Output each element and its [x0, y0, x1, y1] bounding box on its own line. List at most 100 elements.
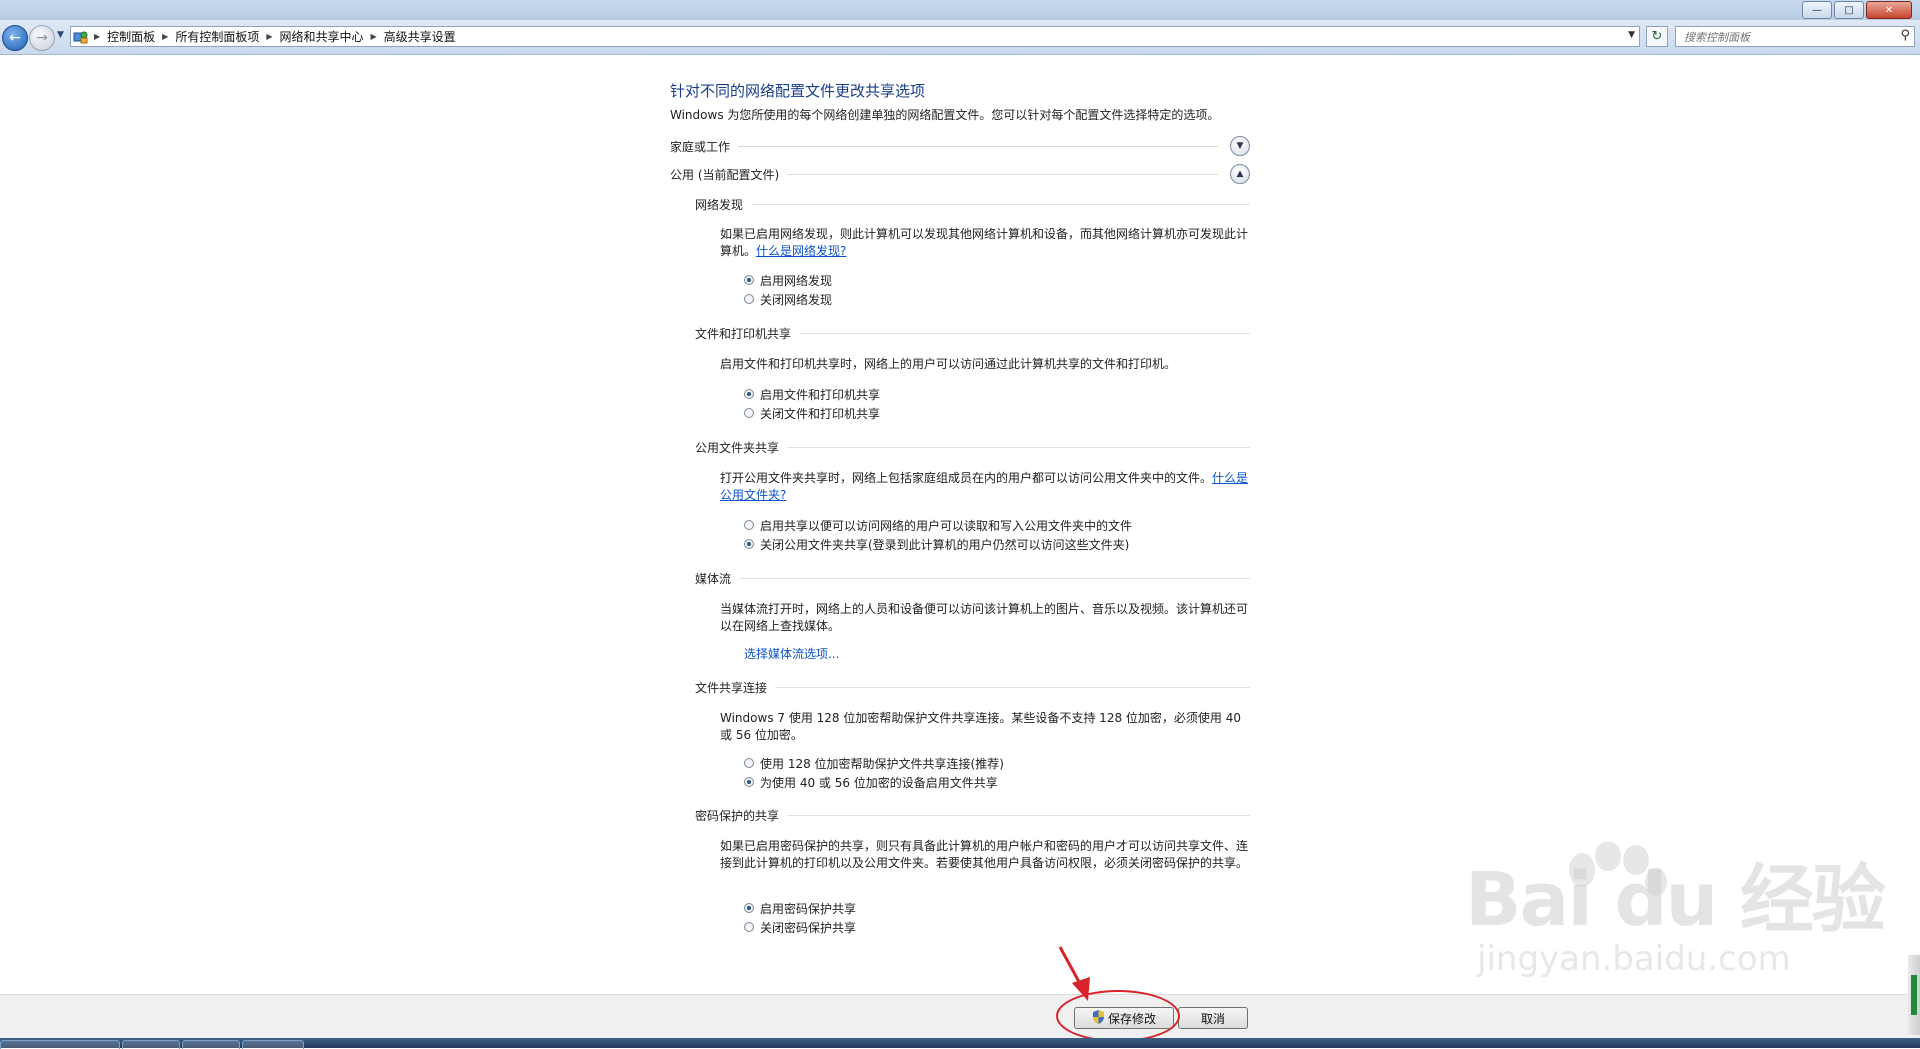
page-intro: Windows 为您所使用的每个网络创建单独的网络配置文件。您可以针对每个配置文… — [670, 108, 1220, 122]
radio-button[interactable] — [744, 408, 754, 418]
save-button-label: 保存修改 — [1107, 1011, 1156, 1026]
radio-label: 启用密码保护共享 — [760, 901, 857, 916]
chevron-right-icon[interactable]: ▶ — [263, 32, 275, 41]
minimize-button[interactable]: — — [1802, 1, 1832, 19]
radio-enable-public-folder[interactable]: 启用共享以便可以访问网络的用户可以读取和写入公用文件夹中的文件 — [744, 516, 1132, 534]
recent-pages-dropdown[interactable]: ▼ — [57, 30, 64, 40]
forward-button[interactable]: → — [29, 25, 55, 51]
radio-enable-printer-sharing[interactable]: 启用文件和打印机共享 — [744, 385, 880, 403]
radio-disable-public-folder[interactable]: 关闭公用文件夹共享(登录到此计算机的用户仍然可以访问这些文件夹) — [744, 535, 1129, 553]
profile-home-label: 家庭或工作 — [670, 139, 731, 154]
divider — [739, 577, 1250, 579]
search-input[interactable] — [1682, 27, 1886, 47]
radio-label: 关闭公用文件夹共享(登录到此计算机的用户仍然可以访问这些文件夹) — [760, 537, 1130, 552]
watermark-logo: Bai du 经验 — [1465, 857, 1886, 943]
radio-label: 启用网络发现 — [760, 273, 833, 288]
search-box[interactable]: ⚲ — [1675, 26, 1915, 47]
profile-public[interactable]: 公用 (当前配置文件) ▲ — [670, 163, 1250, 185]
radio-label: 关闭密码保护共享 — [760, 920, 857, 935]
section-title: 公用文件夹共享 — [695, 440, 780, 455]
radio-label: 为使用 40 或 56 位加密的设备启用文件共享 — [760, 775, 998, 790]
address-dropdown-icon[interactable]: ▼ — [1628, 30, 1635, 40]
control-panel-icon — [71, 29, 91, 45]
radio-enable-discovery[interactable]: 启用网络发现 — [744, 271, 832, 289]
divider — [787, 814, 1250, 816]
section-password-protected-sharing: 密码保护的共享 — [695, 806, 1250, 824]
refresh-button[interactable]: ↻ — [1646, 26, 1668, 47]
what-is-discovery-link[interactable]: 什么是网络发现? — [756, 244, 846, 258]
address-bar[interactable]: ▶ 控制面板 ▶ 所有控制面板项 ▶ 网络和共享中心 ▶ 高级共享设置 ▼ — [70, 26, 1640, 47]
radio-button[interactable] — [744, 539, 754, 549]
radio-button[interactable] — [744, 922, 754, 932]
radio-button[interactable] — [744, 758, 754, 768]
taskbar — [0, 1038, 1920, 1049]
radio-button[interactable] — [744, 777, 754, 787]
section-title: 密码保护的共享 — [695, 808, 780, 823]
radio-button[interactable] — [744, 520, 754, 530]
watermark-url: jingyan.baidu.com — [1477, 939, 1791, 979]
radio-button[interactable] — [744, 275, 754, 285]
divider — [799, 332, 1250, 334]
public-folder-desc-text: 打开公用文件夹共享时，网络上包括家庭组成员在内的用户都可以访问公用文件夹中的文件… — [720, 471, 1213, 485]
refresh-icon: ↻ — [1651, 29, 1663, 44]
section-file-sharing-connections: 文件共享连接 — [695, 678, 1250, 696]
section-media-streaming: 媒体流 — [695, 569, 1250, 587]
section-description: 当媒体流打开时，网络上的人员和设备便可以访问该计算机上的图片、音乐以及视频。该计… — [720, 602, 1249, 633]
breadcrumb-network-center[interactable]: 网络和共享中心 — [276, 28, 368, 45]
chevron-right-icon[interactable]: ▶ — [159, 32, 171, 41]
divider — [738, 145, 1218, 147]
chevron-right-icon[interactable]: ▶ — [91, 32, 103, 41]
divider — [787, 446, 1250, 448]
radio-disable-password-sharing[interactable]: 关闭密码保护共享 — [744, 918, 856, 936]
cancel-button[interactable]: 取消 — [1178, 1007, 1248, 1029]
radio-enable-password-sharing[interactable]: 启用密码保护共享 — [744, 899, 856, 917]
arrow-right-icon: → — [36, 30, 48, 46]
radio-disable-discovery[interactable]: 关闭网络发现 — [744, 290, 832, 308]
radio-label: 关闭文件和打印机共享 — [760, 406, 881, 421]
divider — [751, 203, 1250, 205]
breadcrumb-all-items[interactable]: 所有控制面板项 — [171, 28, 263, 45]
scroll-grip[interactable] — [1911, 975, 1917, 1015]
chevron-right-icon[interactable]: ▶ — [368, 32, 380, 41]
collapse-chevron-up-icon[interactable]: ▲ — [1230, 164, 1250, 184]
profile-public-label: 公用 (当前配置文件) — [670, 167, 780, 182]
breadcrumb-control-panel[interactable]: 控制面板 — [103, 28, 159, 45]
arrow-left-icon: ← — [9, 30, 21, 46]
search-icon[interactable]: ⚲ — [1900, 28, 1910, 43]
radio-128bit-encryption[interactable]: 使用 128 位加密帮助保护文件共享连接(推荐) — [744, 754, 1004, 772]
uac-shield-icon — [1092, 1009, 1105, 1027]
baidu-paw-icon — [1560, 841, 1670, 940]
section-title: 文件共享连接 — [695, 680, 768, 695]
radio-label: 使用 128 位加密帮助保护文件共享连接(推荐) — [760, 756, 1004, 771]
maximize-button[interactable]: □ — [1834, 1, 1864, 19]
close-button[interactable]: ✕ — [1866, 1, 1912, 19]
media-streaming-options-link[interactable]: 选择媒体流选项... — [744, 645, 839, 662]
navigation-bar: ← → ▼ ▶ 控制面板 ▶ 所有控制面板项 ▶ 网络和共享中心 ▶ 高级共享设… — [0, 20, 1920, 55]
section-network-discovery: 网络发现 — [695, 195, 1250, 213]
divider — [787, 173, 1218, 175]
baidu-jingyan-watermark: Bai du 经验 jingyan.baidu.com — [1465, 840, 1886, 979]
radio-label: 启用共享以便可以访问网络的用户可以读取和写入公用文件夹中的文件 — [760, 518, 1133, 533]
cancel-button-label: 取消 — [1200, 1011, 1225, 1026]
window-controls: — □ ✕ — [1802, 1, 1912, 19]
radio-disable-printer-sharing[interactable]: 关闭文件和打印机共享 — [744, 404, 880, 422]
expand-chevron-down-icon[interactable]: ▼ — [1230, 136, 1250, 156]
divider — [775, 686, 1250, 688]
section-description: Windows 7 使用 128 位加密帮助保护文件共享连接。某些设备不支持 1… — [720, 711, 1241, 742]
section-public-folder-sharing: 公用文件夹共享 — [695, 438, 1250, 456]
section-description: 打开公用文件夹共享时，网络上包括家庭组成员在内的用户都可以访问公用文件夹中的文件… — [720, 470, 1250, 504]
section-description: 如果已启用网络发现，则此计算机可以发现其他网络计算机和设备，而其他网络计算机亦可… — [720, 226, 1250, 260]
profile-home-work[interactable]: 家庭或工作 ▼ — [670, 135, 1250, 157]
radio-button[interactable] — [744, 389, 754, 399]
radio-label: 关闭网络发现 — [760, 292, 833, 307]
breadcrumb-advanced-sharing[interactable]: 高级共享设置 — [380, 28, 460, 45]
radio-label: 启用文件和打印机共享 — [760, 387, 881, 402]
radio-button[interactable] — [744, 294, 754, 304]
page-title: 针对不同的网络配置文件更改共享选项 — [670, 82, 926, 100]
radio-40-56bit-encryption[interactable]: 为使用 40 或 56 位加密的设备启用文件共享 — [744, 773, 998, 791]
section-file-printer-sharing: 文件和打印机共享 — [695, 324, 1250, 342]
save-changes-button[interactable]: 保存修改 — [1074, 1007, 1174, 1029]
back-button[interactable]: ← — [2, 25, 28, 51]
section-description: 启用文件和打印机共享时，网络上的用户可以访问通过此计算机共享的文件和打印机。 — [720, 357, 1177, 371]
radio-button[interactable] — [744, 903, 754, 913]
